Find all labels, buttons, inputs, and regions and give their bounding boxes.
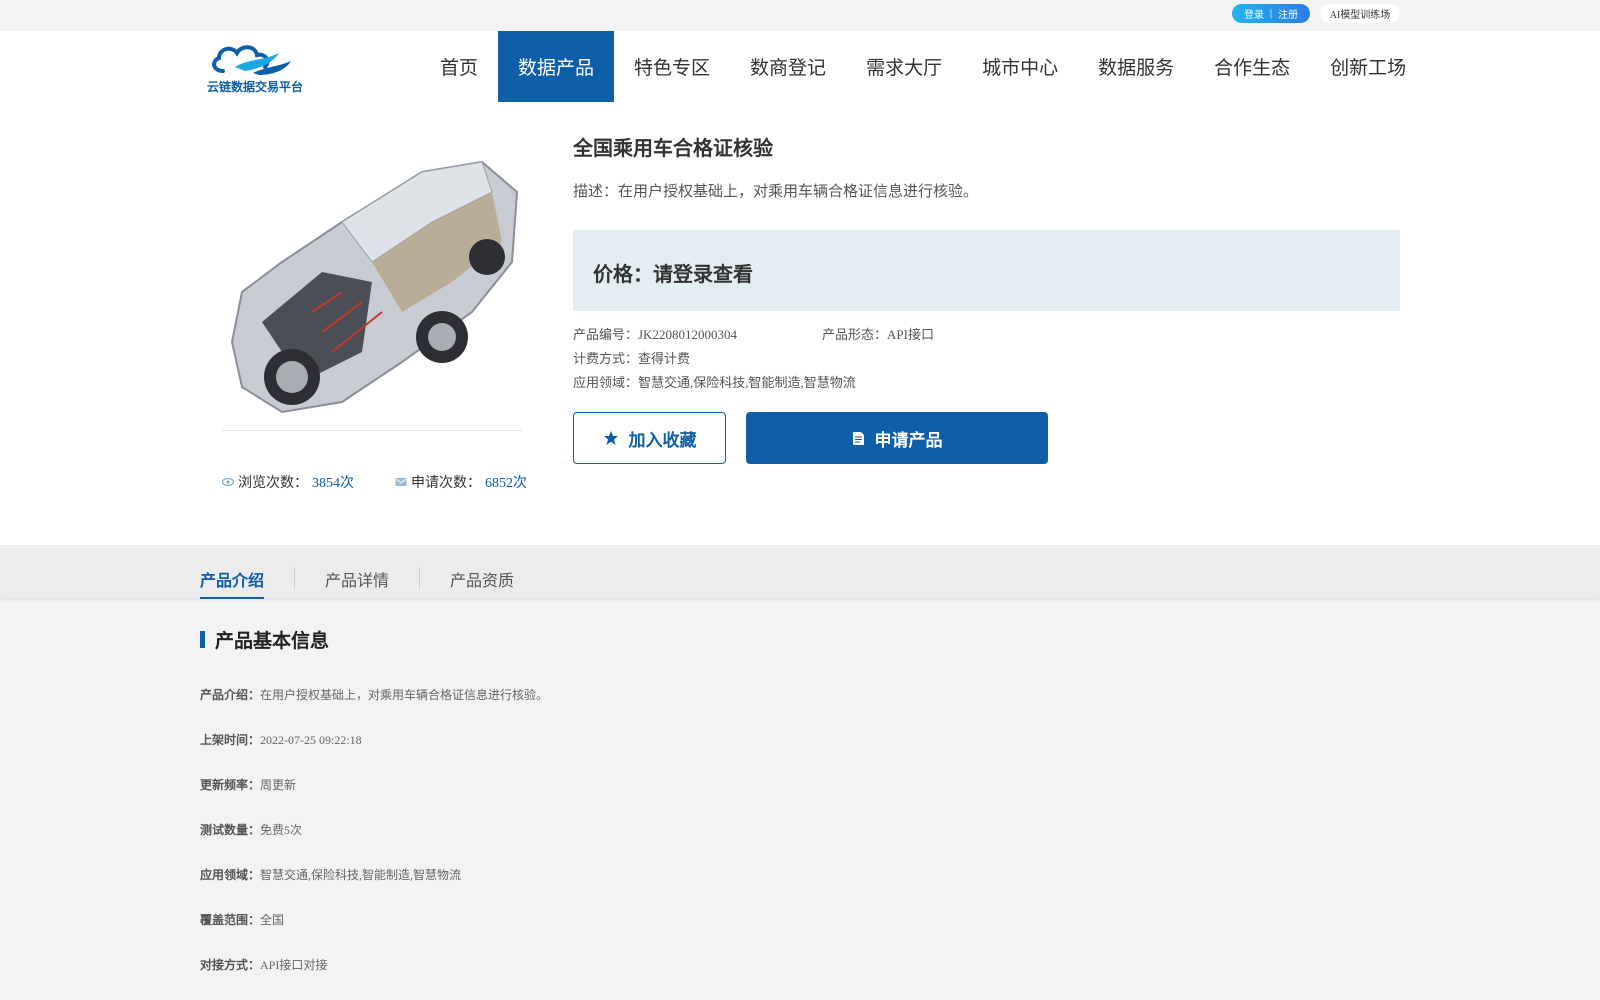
document-icon bbox=[852, 431, 864, 445]
info-row-label: 更新频率： bbox=[200, 778, 261, 792]
info-row: 测试数量：免费5次 bbox=[200, 821, 302, 838]
views-label: 浏览次数： bbox=[238, 476, 308, 491]
tab-divider bbox=[294, 567, 295, 589]
info-row-value: 2022-07-25 09:22:18 bbox=[260, 733, 362, 747]
product-form: 产品形态：API接口 bbox=[822, 327, 934, 342]
mail-icon bbox=[395, 478, 407, 486]
nav-item-home[interactable]: 首页 bbox=[420, 31, 498, 102]
info-row: 应用领域：智慧交通,保险科技,智能制造,智慧物流 bbox=[200, 866, 461, 883]
login-link[interactable]: 登录 bbox=[1244, 6, 1264, 21]
tab-intro[interactable]: 产品介绍 bbox=[200, 567, 265, 599]
info-row-value: 智慧交通,保险科技,智能制造,智慧物流 bbox=[260, 868, 462, 882]
info-row-value: 免费5次 bbox=[260, 823, 303, 837]
info-row-value: 全国 bbox=[260, 913, 285, 927]
nav-item-featured[interactable]: 特色专区 bbox=[614, 31, 730, 102]
views-stat: 浏览次数： 3854次 bbox=[222, 472, 354, 492]
applies-stat: 申请次数： 6852次 bbox=[395, 472, 527, 492]
auth-divider: | bbox=[1269, 8, 1272, 19]
info-row: 覆盖范围：全国 bbox=[200, 911, 284, 928]
info-row-label: 应用领域： bbox=[200, 868, 261, 882]
tab-divider bbox=[419, 567, 420, 589]
tab-qualifications[interactable]: 产品资质 bbox=[450, 567, 514, 599]
application-domain: 应用领域：智慧交通,保险科技,智能制造,智慧物流 bbox=[573, 375, 856, 390]
image-divider bbox=[222, 430, 522, 431]
nav-item-data-products[interactable]: 数据产品 bbox=[498, 31, 615, 102]
nav-item-partners[interactable]: 合作生态 bbox=[1194, 31, 1310, 102]
info-row-label: 对接方式： bbox=[200, 958, 261, 972]
apply-product-label: 申请产品 bbox=[874, 430, 943, 451]
info-row-value: 周更新 bbox=[260, 778, 297, 792]
info-row: 更新频率：周更新 bbox=[200, 776, 296, 793]
info-row: 上架时间：2022-07-25 09:22:18 bbox=[200, 731, 362, 748]
product-description: 描述：在用户授权基础上，对乘用车辆合格证信息进行核验。 bbox=[573, 184, 979, 200]
section-title-bar bbox=[200, 630, 205, 648]
logo[interactable]: 云链数据交易平台 bbox=[207, 41, 304, 94]
views-value: 3854次 bbox=[312, 476, 354, 491]
logo-text: 云链数据交易平台 bbox=[207, 80, 304, 94]
billing-method: 计费方式：查得计费 bbox=[573, 351, 691, 366]
section-title-text: 产品基本信息 bbox=[215, 629, 330, 652]
nav-item-data-services[interactable]: 数据服务 bbox=[1078, 31, 1194, 102]
section-title: 产品基本信息 bbox=[200, 627, 330, 652]
add-favorite-button[interactable]: 加入收藏 bbox=[573, 412, 726, 464]
applies-label: 申请次数： bbox=[411, 476, 481, 491]
auth-pill: 登录 | 注册 bbox=[1232, 4, 1310, 23]
top-strip: 登录 | 注册 AI模型训练场 bbox=[0, 0, 1600, 31]
info-row-value: 在用户授权基础上，对乘用车辆合格证信息进行核验。 bbox=[260, 688, 549, 702]
info-row: 对接方式：API接口对接 bbox=[200, 956, 327, 973]
apply-product-button[interactable]: 申请产品 bbox=[746, 412, 1048, 464]
price-text: 价格：请登录查看 bbox=[593, 262, 753, 286]
register-link[interactable]: 注册 bbox=[1278, 6, 1298, 21]
info-row-value: API接口对接 bbox=[260, 958, 328, 972]
applies-value: 6852次 bbox=[485, 476, 527, 491]
info-row: 产品介绍：在用户授权基础上，对乘用车辆合格证信息进行核验。 bbox=[200, 686, 548, 703]
product-image bbox=[230, 160, 519, 414]
main-nav: 首页 数据产品 特色专区 数商登记 需求大厅 城市中心 数据服务 合作生态 创新… bbox=[420, 31, 1426, 102]
nav-item-demand-hall[interactable]: 需求大厅 bbox=[846, 31, 962, 102]
star-icon bbox=[603, 431, 618, 445]
tab-details[interactable]: 产品详情 bbox=[325, 567, 389, 599]
product-code: 产品编号：JK2208012000304 bbox=[573, 327, 737, 342]
eye-icon bbox=[222, 477, 234, 487]
detail-tabs: 产品介绍 产品详情 产品资质 bbox=[0, 545, 1600, 599]
nav-item-city-center[interactable]: 城市中心 bbox=[962, 31, 1078, 102]
product-panel: 浏览次数： 3854次 申请次数： 6852次 全国乘用车合格证核验 描述：在用户授… bbox=[0, 102, 1600, 545]
nav-item-innovation[interactable]: 创新工场 bbox=[1310, 31, 1426, 102]
info-row-label: 测试数量： bbox=[200, 823, 261, 837]
info-row-label: 产品介绍： bbox=[200, 688, 261, 702]
price-box: 价格：请登录查看 bbox=[573, 230, 1400, 311]
product-title: 全国乘用车合格证核验 bbox=[573, 136, 773, 160]
cloud-logo-icon bbox=[212, 45, 291, 75]
info-row-label: 覆盖范围： bbox=[200, 913, 261, 927]
ai-training-link[interactable]: AI模型训练场 bbox=[1320, 4, 1400, 23]
info-row-label: 上架时间： bbox=[200, 733, 261, 747]
nav-item-merchant-registration[interactable]: 数商登记 bbox=[730, 31, 846, 102]
header: 云链数据交易平台 首页 数据产品 特色专区 数商登记 需求大厅 城市中心 数据服… bbox=[0, 31, 1600, 102]
add-favorite-label: 加入收藏 bbox=[628, 430, 697, 451]
stats: 浏览次数： 3854次 申请次数： 6852次 bbox=[222, 472, 527, 492]
